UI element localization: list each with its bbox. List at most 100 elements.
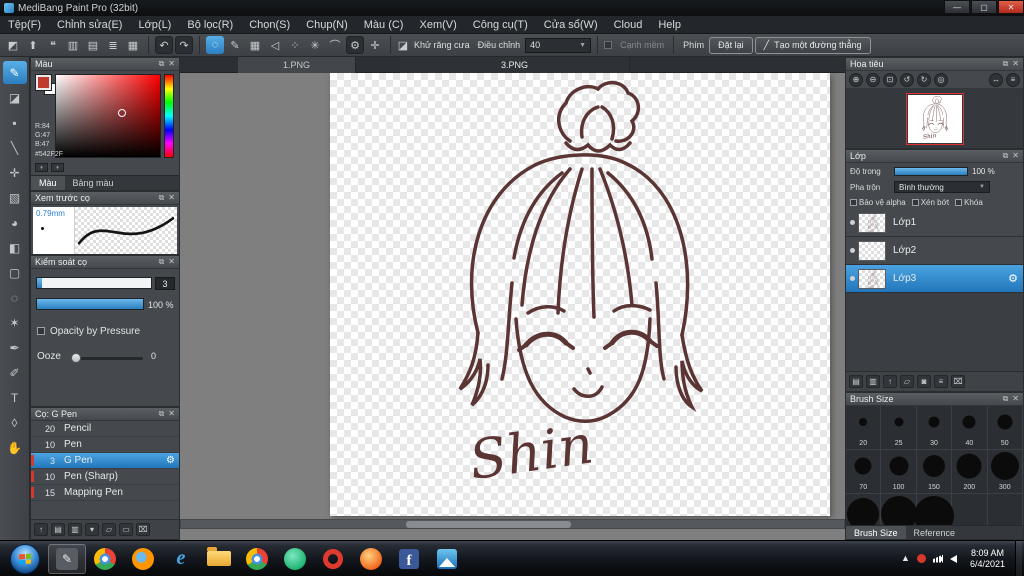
taskbar-ie-icon[interactable]: e	[162, 544, 200, 574]
brush-settings-icon[interactable]: ⚙	[166, 455, 175, 466]
select-pen-tool[interactable]: ✒	[3, 336, 27, 359]
brush-item-pen-sharp[interactable]: 10 Pen (Sharp)	[31, 469, 179, 485]
menu-window[interactable]: Cửa sổ(W)	[536, 16, 606, 34]
snap-grid-icon[interactable]: ▦	[246, 36, 264, 54]
snap-radial-icon[interactable]: ✳	[306, 36, 324, 54]
menu-file[interactable]: Tệp(F)	[0, 16, 49, 34]
protect-alpha-option[interactable]: Bảo vệ alpha	[850, 198, 906, 207]
clipping-option[interactable]: Xén bớt	[911, 198, 949, 207]
transparent-color-icon[interactable]: ▾	[51, 163, 64, 172]
taskbar-medibang-icon[interactable]: ✎	[48, 543, 86, 574]
layer-up-icon[interactable]: ↑	[883, 375, 897, 388]
panel-close-icon[interactable]: ✕	[168, 258, 175, 266]
snap-settings-icon[interactable]: ⚙	[346, 36, 364, 54]
layer-camera-icon[interactable]: ◙	[917, 375, 931, 388]
lock-option[interactable]: Khóa	[955, 198, 983, 207]
ooze-knob[interactable]	[71, 353, 81, 363]
delete-brush-icon[interactable]: ⌧	[136, 523, 150, 536]
grid-view-icon[interactable]: ▦	[124, 36, 142, 54]
hand-tool[interactable]: ✋	[3, 436, 27, 459]
lock-checkbox[interactable]	[955, 198, 963, 206]
volume-tray-icon[interactable]	[939, 554, 957, 563]
layer-visibility-icon[interactable]	[846, 220, 858, 225]
lasso-tool[interactable]: ◌	[3, 286, 27, 309]
doc-tab-1png[interactable]: 1.PNG	[238, 57, 356, 73]
brush-size-option[interactable]: 30	[916, 406, 953, 450]
brush-folder-icon[interactable]: ▱	[102, 523, 116, 536]
panel-close-icon[interactable]: ✕	[1012, 395, 1019, 403]
rotate-left-icon[interactable]: ↺	[900, 72, 914, 87]
taskbar-facebook-icon[interactable]: f	[390, 544, 428, 574]
brush-item-mapping-pen[interactable]: 15 Mapping Pen	[31, 485, 179, 501]
snap-dots-icon[interactable]: ⁘	[286, 36, 304, 54]
brush-size-option[interactable]: 70	[846, 450, 882, 494]
rotate-right-icon[interactable]: ↻	[917, 72, 931, 87]
show-desktop-button[interactable]	[1015, 540, 1022, 576]
select-tool[interactable]: ▢	[3, 261, 27, 284]
menu-help[interactable]: Help	[650, 16, 689, 34]
protect-alpha-checkbox[interactable]	[850, 198, 857, 206]
tab-brush-size[interactable]: Brush Size	[846, 526, 906, 539]
viewport-indicator[interactable]	[905, 92, 964, 145]
taskbar-browser2-icon[interactable]	[352, 544, 390, 574]
menu-select[interactable]: Chọn(S)	[241, 16, 298, 34]
reset-view-icon[interactable]: ◎	[934, 72, 948, 87]
layer-settings-icon[interactable]: ⚙	[1008, 272, 1018, 285]
brush-size-option[interactable]: 150	[916, 450, 953, 494]
panel-float-icon[interactable]: ⧉	[1003, 152, 1009, 160]
ooze-slider[interactable]	[71, 353, 143, 363]
new-doc-icon[interactable]: ▤	[84, 36, 102, 54]
snap-triangle-icon[interactable]: ◁	[266, 36, 284, 54]
tab-reference[interactable]: Reference	[906, 526, 964, 539]
menu-tools[interactable]: Công cụ(T)	[465, 16, 536, 34]
panel-close-icon[interactable]: ✕	[1012, 60, 1019, 68]
close-button[interactable]: ✕	[998, 0, 1024, 14]
drawing-canvas[interactable]	[330, 73, 830, 516]
minimize-button[interactable]: —	[944, 0, 970, 14]
opacity-pressure-checkbox[interactable]	[37, 327, 45, 335]
magic-wand-tool[interactable]: ✶	[3, 311, 27, 334]
doc-tab-3png[interactable]: 3.PNG	[400, 57, 630, 73]
duplicate-brush-icon[interactable]: ▥	[68, 523, 82, 536]
brush-folder2-icon[interactable]: ▭	[119, 523, 133, 536]
merge-layer-icon[interactable]: ≡	[934, 375, 948, 388]
comment-icon[interactable]: ❝	[44, 36, 62, 54]
layer-row-3[interactable]: Lớp3 ⚙	[846, 265, 1023, 293]
taskbar-firefox-icon[interactable]	[124, 544, 162, 574]
brush-size-option[interactable]: 200	[952, 450, 988, 494]
panel-float-icon[interactable]: ⧉	[159, 194, 165, 202]
antivirus-tray-icon[interactable]	[916, 554, 926, 563]
select-eraser-tool[interactable]: ✐	[3, 361, 27, 384]
brush-item-gpen[interactable]: 3 G Pen ⚙	[31, 453, 179, 469]
reset-button[interactable]: Đặt lại	[709, 36, 753, 54]
hue-slider[interactable]	[164, 74, 174, 158]
brush-size-option[interactable]: 100	[881, 450, 917, 494]
brush-size-option[interactable]: 20	[846, 406, 882, 450]
brush-size-option[interactable]: 40	[952, 406, 988, 450]
palette-icon[interactable]: ◩	[4, 36, 22, 54]
redo-icon[interactable]: ↷	[175, 36, 193, 54]
menu-view[interactable]: Xem(V)	[411, 16, 464, 34]
panel-close-icon[interactable]: ✕	[168, 194, 175, 202]
panel-float-icon[interactable]: ⧉	[159, 258, 165, 266]
hidden-icons-arrow[interactable]: ▲	[901, 554, 910, 563]
blend-mode-dropdown[interactable]: Bình thường ▼	[894, 181, 990, 193]
brush-size-slider[interactable]	[36, 277, 152, 289]
brush-up-icon[interactable]: ↑	[34, 523, 48, 536]
snap-off-icon[interactable]: ◌	[206, 36, 224, 54]
brush-item-pen[interactable]: 10 Pen	[31, 437, 179, 453]
brush-size-option[interactable]: 300	[987, 450, 1023, 494]
taskbar-chrome2-icon[interactable]	[238, 544, 276, 574]
eraser-tool[interactable]: ◪	[3, 86, 27, 109]
pen-tool[interactable]: ╲	[3, 136, 27, 159]
menu-filter[interactable]: Bộ lọc(R)	[179, 16, 241, 34]
new-brush-icon[interactable]: ▤	[51, 523, 65, 536]
panel-float-icon[interactable]: ⧉	[1003, 60, 1009, 68]
snap-cross-icon[interactable]: ✛	[366, 36, 384, 54]
move-tool[interactable]: ✛	[3, 161, 27, 184]
brush-item-pencil[interactable]: 20 Pencil	[31, 421, 179, 437]
layer-row-2[interactable]: Lớp2	[846, 237, 1023, 265]
taskbar-line-icon[interactable]	[276, 544, 314, 574]
layer-opacity-slider[interactable]	[894, 166, 968, 176]
zoom-in-icon[interactable]: ⊕	[849, 72, 863, 87]
